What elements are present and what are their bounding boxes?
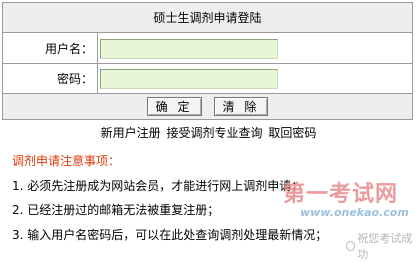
- notice-item: 3. 输入用户名密码后，可以在此处查询调剂处理最新情况；: [12, 228, 328, 242]
- form-title: 硕士生调剂申请登陆: [153, 11, 262, 25]
- clear-button[interactable]: 清 除: [213, 97, 269, 116]
- login-form: 硕士生调剂申请登陆 用户名： 密码： 确 定 清 除: [2, 2, 413, 120]
- column-divider: [97, 33, 98, 63]
- column-divider: [97, 64, 98, 93]
- username-row: 用户名：: [3, 33, 412, 64]
- watermark-url: www.onekao.com: [300, 206, 409, 219]
- query-link[interactable]: 接受调剂专业查询: [166, 126, 262, 140]
- form-header: 硕士生调剂申请登陆: [3, 3, 412, 33]
- username-label: 用户名：: [44, 41, 93, 56]
- watermark-slogan: 祝您考试成功: [346, 230, 417, 262]
- notice-item: 1. 必须先注册成为网站会员，才能进行网上调剂申请；: [12, 179, 304, 193]
- watermark-slogan-text: 祝您考试成功: [357, 232, 413, 261]
- button-row: 确 定 清 除: [3, 94, 412, 119]
- retrieve-password-link[interactable]: 取回密码: [268, 126, 316, 140]
- password-input[interactable]: [100, 69, 278, 89]
- smiley-icon: [346, 241, 356, 251]
- link-bar: 新用户注册 接受调剂专业查询 取回密码: [0, 124, 417, 141]
- notice-title: 调剂申请注意事项：: [12, 154, 121, 168]
- notice-item: 2. 已经注册过的邮箱无法被重复注册；: [12, 203, 220, 217]
- register-link[interactable]: 新用户注册: [101, 126, 161, 140]
- password-row: 密码：: [3, 64, 412, 94]
- password-label: 密码：: [56, 72, 93, 86]
- username-input[interactable]: [100, 39, 278, 59]
- confirm-button[interactable]: 确 定: [146, 97, 202, 116]
- watermark-logo: 第一考试网: [283, 182, 399, 207]
